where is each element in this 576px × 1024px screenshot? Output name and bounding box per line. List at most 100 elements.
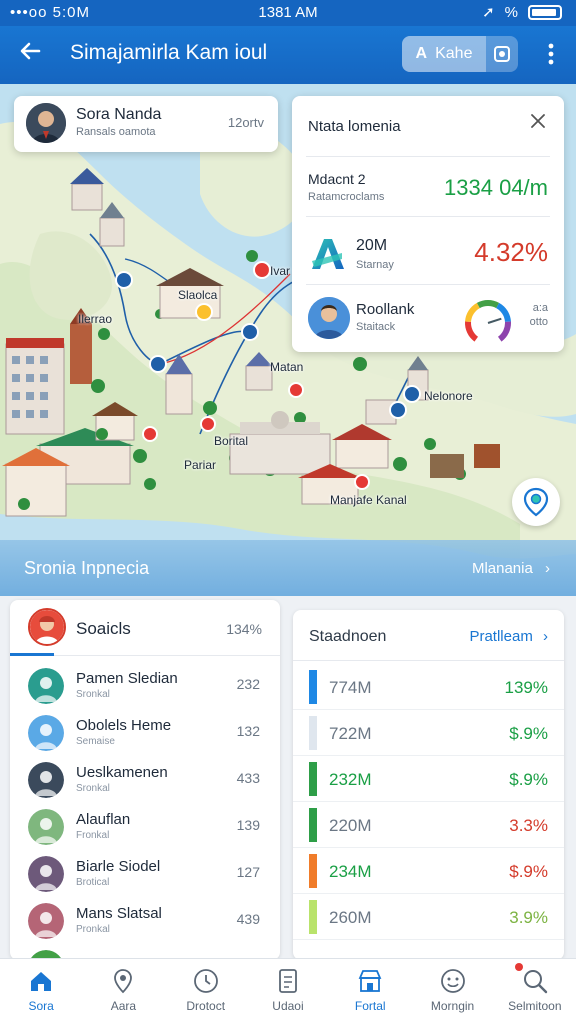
statistics-panel: Staadnoen Pratlleam › 774M 139% 722M $.9% 23… [293,610,564,960]
stat-row[interactable]: 774M 139% [293,664,564,710]
stats-row-side: a:a otto [530,301,548,329]
stats-side-line: otto [529,316,548,328]
stat-value: 3.9% [509,908,548,927]
panel-link-label: Pratlleam [469,628,533,645]
search-icon [523,970,548,994]
map-label[interactable]: Slaolca [178,288,217,302]
list-item-value: 127 [236,864,260,880]
clock-icon [193,969,218,993]
stat-label: 774M [329,678,372,697]
nav-item[interactable]: Drotoct [165,959,247,1024]
list-item-value: 139 [236,817,260,833]
banner-link[interactable]: Mlanania › [472,560,550,577]
chevron-right-icon: › [543,628,548,645]
list-item[interactable]: Alauflan Fronkal 139 [10,803,280,850]
banner-link-label: Mlanania [471,560,533,577]
list-item-name: Ueslkamenen [76,764,168,781]
social-list-panel: Soaicls 134% Pamen Sledian Sronkal 232 Obol… [10,600,280,960]
nav-label: Sora [28,999,54,1013]
status-icons: ➚ % [482,3,562,21]
stat-value: $.9% [509,770,548,789]
bottom-navigation: Sora Aara Drotoct Udaoi Fortal Morngin Selmito… [0,958,576,1024]
stats-row-label: Roollank [356,301,415,318]
list-item-sub: Pronkal [76,924,110,935]
nav-item[interactable]: Fortal [329,959,411,1024]
stats-side-line: a:a [532,302,548,314]
nav-item[interactable]: Morngin [411,959,493,1024]
shield-icon[interactable] [486,36,518,72]
profile-card[interactable]: Sora Nanda Ransals oamota 12ortv [14,96,278,152]
language-option[interactable]: A Kahe [402,36,486,72]
list-item-name: Mans Slatsal [76,905,162,922]
stat-color-bar [309,808,317,842]
map-label[interactable]: Pariar [184,458,216,472]
nav-item[interactable]: Selmitoon [494,959,576,1024]
list-item-name: Alauflan [76,811,131,828]
avatar [28,715,64,751]
stats-row[interactable]: Mdacnt 2 Ratamcroclams 1334 04/m [306,156,550,216]
language-toggle[interactable]: A Kahe [402,36,518,72]
stat-row[interactable]: 260M 3.9% [293,894,564,940]
stats-row[interactable]: 20M Starnay 4.32% [306,216,550,284]
stats-row-sub: Starnay [356,259,394,271]
page-title: Simajamirla Kam ioul [70,41,268,64]
battery-icon [528,4,562,20]
panel-link[interactable]: Pratlleam › [469,628,548,645]
nav-label: Morngin [430,999,475,1013]
list-item-sub: Sronkal [76,783,110,794]
nav-label: Udaoi [272,999,304,1013]
gauge-segment [497,321,511,342]
nav-label: Aara [110,999,137,1013]
location-pin-icon [523,487,549,517]
list-item[interactable]: Obolels Heme Semaise 132 [10,709,280,756]
map-label[interactable]: Borital [214,434,248,448]
home-icon [31,972,52,991]
locate-button[interactable] [512,478,560,526]
map-label[interactable]: Matan [270,360,303,374]
stat-row[interactable]: 722M $.9% [293,710,564,756]
map-icon [114,969,133,994]
nav-item[interactable]: Sora [0,959,82,1024]
list-item[interactable]: Pamen Sledian Sronkal 232 [10,662,280,709]
list-item[interactable]: Mans Slatsal Pronkal 439 [10,897,280,944]
gauge-segment [476,300,500,309]
stat-row[interactable]: 220M 3.3% [293,802,564,848]
stat-color-bar [309,716,317,750]
document-icon [279,969,297,993]
stat-color-bar [309,762,317,796]
list-item-value: 132 [236,723,260,739]
map-label[interactable]: Ivar [270,264,290,278]
close-icon[interactable] [526,112,550,136]
back-arrow-icon[interactable] [14,38,46,70]
stats-card: Ntata lomenia Mdacnt 2 Ratamcroclams 133… [292,96,564,352]
stat-label: 722M [329,724,372,743]
nav-item[interactable]: Udaoi [247,959,329,1024]
region-banner[interactable]: Sronia Inpnecia Mlanania › [0,540,576,596]
language-label: Kahe [435,45,473,62]
map-label[interactable]: Manjafe Kanal [330,493,407,507]
more-menu-icon[interactable] [544,42,558,66]
stats-row-label: Mdacnt 2 [308,171,366,187]
stats-row[interactable]: Roollank Staitack a:a otto [306,284,550,352]
avatar [28,668,64,704]
stat-row[interactable]: 232M $.9% [293,756,564,802]
gauge-needle [487,317,502,324]
panel-header[interactable]: Soaicls 134% [10,600,280,656]
list-item-sub: Semaise [76,736,115,747]
map-view[interactable]: Ivar Slaolca Ilerrao Matan Nelonore Bori… [0,84,576,596]
panel-title: Staadnoen [309,628,387,645]
stats-row-sub: Staitack [356,321,396,333]
list-item-name: Pamen Sledian [76,670,178,687]
stat-value: 3.3% [509,816,548,835]
stats-row-value: 4.32% [474,237,548,267]
list-item[interactable]: Biarle Siodel Brotical 127 [10,850,280,897]
tab-indicator [10,653,54,656]
map-label[interactable]: Nelonore [424,389,473,403]
map-label[interactable]: Ilerrao [78,312,112,326]
list-item[interactable]: Ueslkamenen Sronkal 433 [10,756,280,803]
nav-label: Drotoct [186,999,226,1013]
stat-row[interactable]: 234M $.9% [293,848,564,894]
profile-name: Sora Nanda [76,106,162,123]
stats-row-sub: Ratamcroclams [308,191,385,203]
nav-item[interactable]: Aara [82,959,164,1024]
